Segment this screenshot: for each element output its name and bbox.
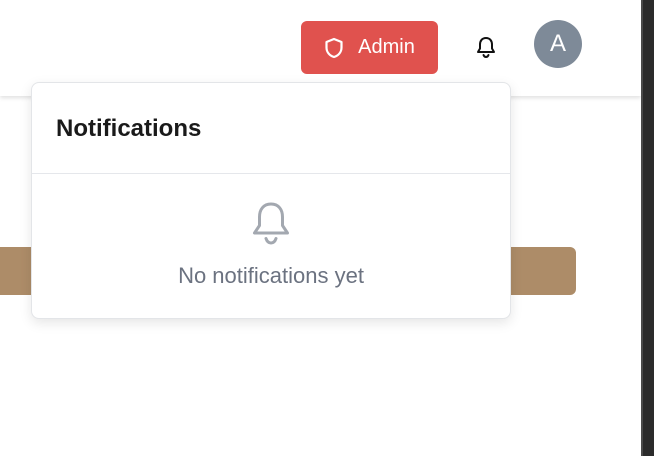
admin-button-label: Admin: [358, 36, 415, 58]
notifications-dropdown: Notifications No notifications yet: [31, 82, 511, 319]
shield-icon: [324, 37, 344, 59]
avatar-initial: A: [549, 30, 566, 57]
page: Admin A Notifications No notifications y…: [0, 0, 654, 456]
notifications-button[interactable]: [470, 30, 502, 64]
bell-icon: [250, 200, 292, 246]
dropdown-divider: [32, 173, 510, 174]
bell-icon: [475, 35, 497, 59]
dropdown-title: Notifications: [56, 115, 202, 142]
user-avatar[interactable]: A: [534, 20, 582, 68]
admin-button[interactable]: Admin: [301, 21, 438, 74]
empty-state-message: No notifications yet: [178, 263, 364, 288]
window-edge: [641, 0, 654, 456]
